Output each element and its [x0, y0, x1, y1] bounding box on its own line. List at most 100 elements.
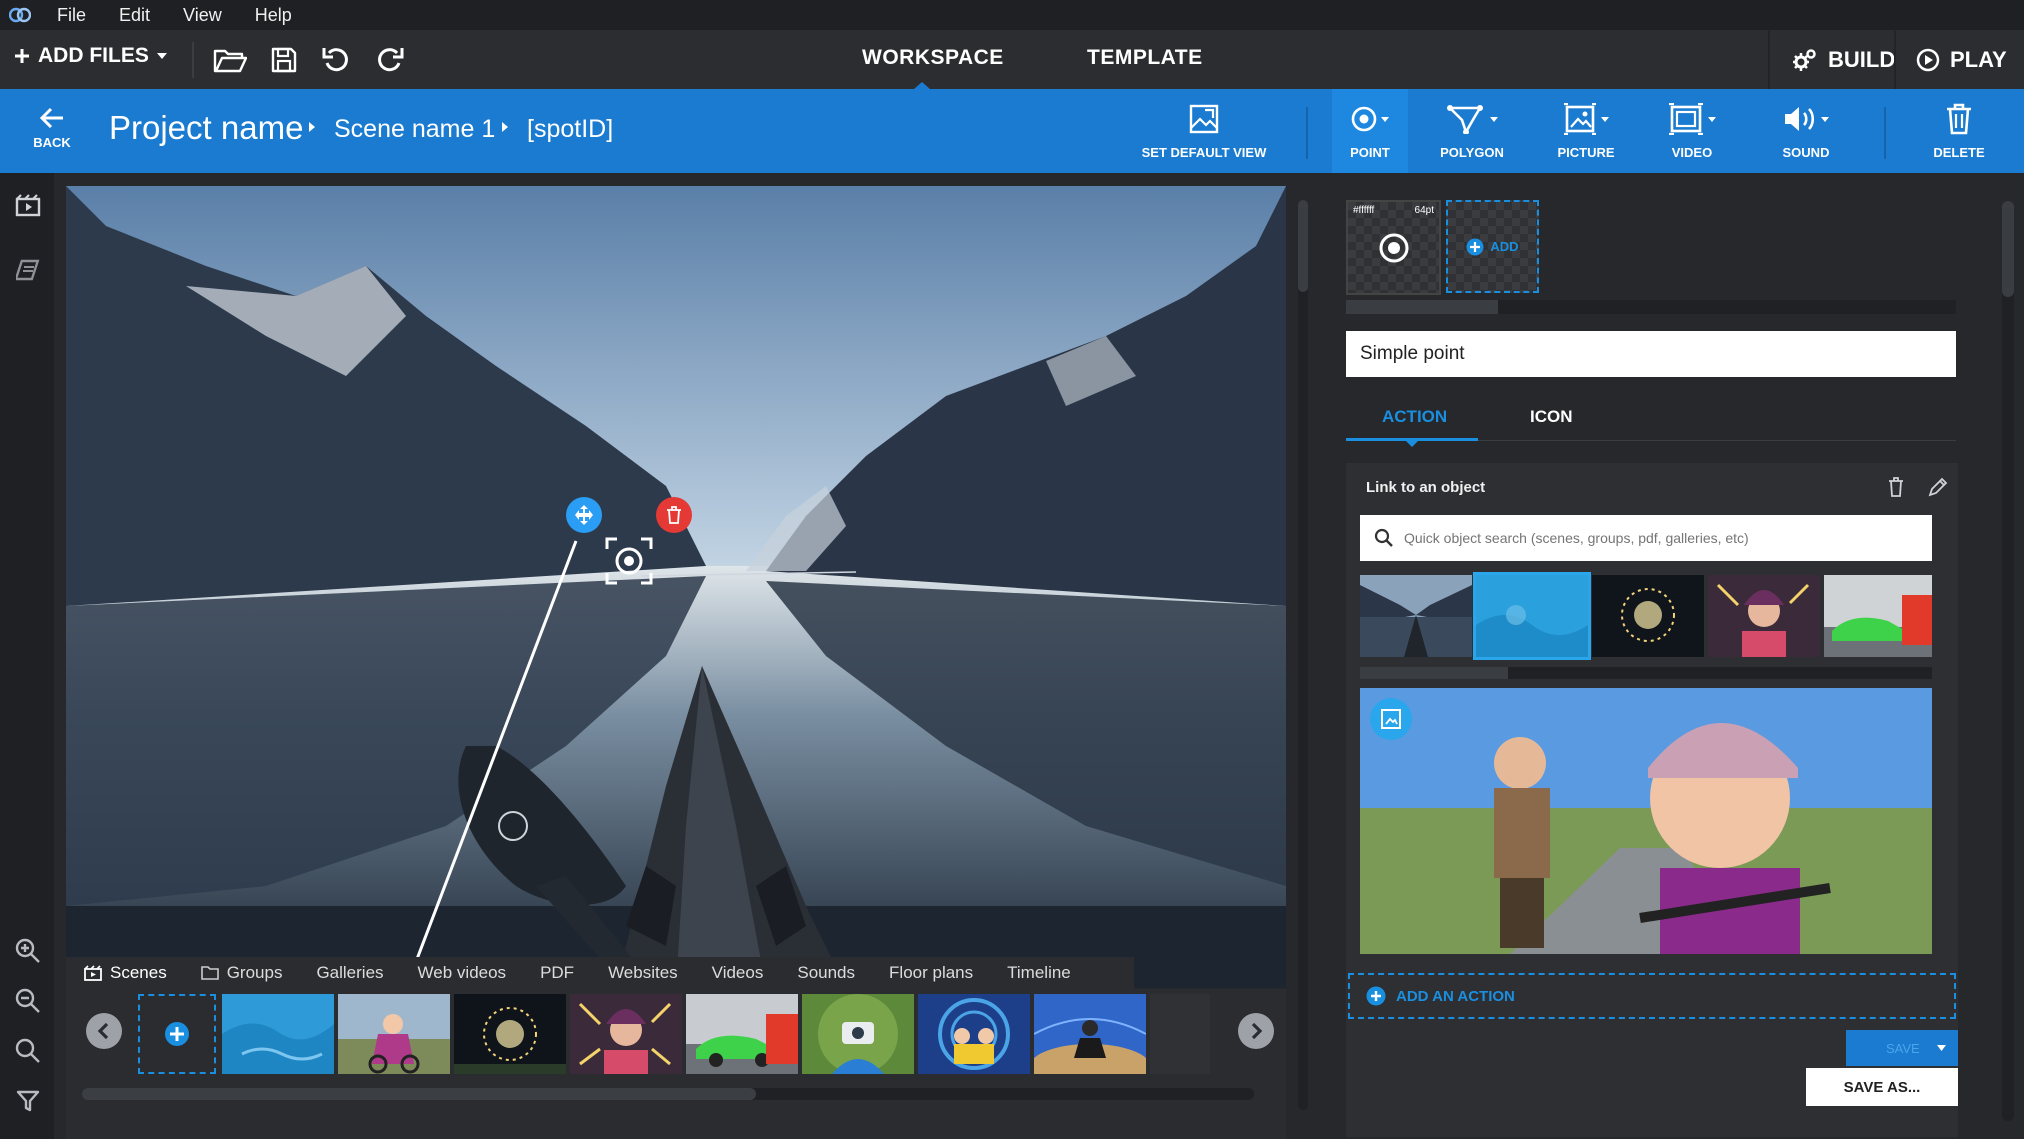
scene-thumbnail[interactable]	[1034, 994, 1146, 1074]
zoom-out-icon[interactable]	[14, 987, 42, 1015]
add-action-button[interactable]: ADD AN ACTION	[1348, 973, 1956, 1019]
scene-thumbnail[interactable]	[222, 994, 334, 1074]
back-button[interactable]: BACK	[28, 107, 76, 150]
object-scrollbar[interactable]	[1360, 667, 1932, 679]
hotspot-name-input[interactable]	[1346, 331, 1956, 377]
hotspot-icon-tile[interactable]: #ffffff 64pt	[1346, 200, 1441, 295]
tab-web-videos[interactable]: Web videos	[401, 963, 524, 983]
save-icon[interactable]	[266, 44, 302, 76]
menu-file[interactable]: File	[40, 5, 102, 26]
tab-websites[interactable]: Websites	[591, 963, 695, 983]
tab-pdf[interactable]: PDF	[523, 963, 591, 983]
panorama-image	[66, 186, 1286, 988]
picture-label: PICTURE	[1557, 145, 1615, 160]
video-tool-button[interactable]: VIDEO	[1662, 101, 1722, 160]
add-scene-button[interactable]	[138, 994, 216, 1074]
menu-help[interactable]: Help	[238, 5, 308, 26]
object-thumbnail[interactable]	[1592, 575, 1704, 657]
active-tab-indicator	[914, 82, 930, 89]
scenes-icon	[84, 965, 102, 981]
plus-circle-icon	[165, 1022, 189, 1046]
redo-icon[interactable]	[372, 44, 408, 76]
tab-template[interactable]: TEMPLATE	[1087, 46, 1203, 70]
add-files-button[interactable]: ADD FILES	[14, 44, 167, 68]
strip-next-button[interactable]	[1238, 1013, 1274, 1049]
breadcrumb-scene[interactable]: Scene name 1	[334, 115, 495, 144]
trash-icon	[667, 506, 681, 524]
scenes-panel-icon[interactable]	[14, 191, 42, 219]
zoom-in-icon[interactable]	[14, 937, 42, 965]
object-thumbnail[interactable]	[1824, 575, 1932, 657]
scene-viewport[interactable]	[66, 186, 1286, 988]
delete-label: DELETE	[1933, 145, 1985, 160]
picture-tool-button[interactable]: PICTURE	[1548, 101, 1624, 160]
scene-thumbnail[interactable]	[918, 994, 1030, 1074]
menubar: File Edit View Help	[0, 0, 2024, 30]
object-thumbnail[interactable]	[1360, 575, 1472, 657]
add-icon-button[interactable]: ADD	[1446, 200, 1539, 293]
object-thumbnail[interactable]	[1708, 575, 1820, 657]
delete-tool-button[interactable]: DELETE	[1928, 101, 1990, 160]
breadcrumb-project[interactable]: Project name	[109, 109, 303, 147]
breadcrumb-spot[interactable]: [spotID]	[527, 115, 613, 144]
tab-icon[interactable]: ICON	[1530, 407, 1573, 427]
icon-scrollbar[interactable]	[1346, 300, 1956, 314]
save-button[interactable]: SAVE	[1846, 1030, 1958, 1066]
scrollbar-thumb[interactable]	[1346, 300, 1498, 314]
layers-icon[interactable]	[14, 257, 42, 285]
object-thumbnail-selected[interactable]	[1473, 572, 1591, 660]
viewport-vertical-scrollbar[interactable]	[1298, 200, 1308, 1110]
menu-edit[interactable]: Edit	[102, 5, 166, 26]
tab-timeline[interactable]: Timeline	[990, 963, 1088, 983]
selected-object-preview	[1360, 688, 1932, 954]
scrollbar-thumb[interactable]	[1298, 200, 1308, 292]
chevron-right-icon	[502, 122, 508, 132]
delete-hotspot-button[interactable]	[656, 497, 692, 533]
point-tool-button[interactable]: POINT	[1336, 101, 1404, 160]
scene-thumbnail[interactable]	[802, 994, 914, 1074]
plus-circle-icon	[1366, 986, 1386, 1006]
play-button[interactable]: PLAY	[1894, 30, 2024, 89]
panel-vertical-scrollbar[interactable]	[2002, 201, 2014, 1121]
tab-workspace[interactable]: WORKSPACE	[862, 46, 1004, 70]
filter-icon[interactable]	[14, 1087, 42, 1115]
open-folder-icon[interactable]	[212, 44, 248, 76]
app-logo-icon	[0, 0, 40, 30]
object-search-input[interactable]	[1394, 515, 1932, 561]
trash-icon[interactable]	[1888, 477, 1904, 497]
tab-galleries[interactable]: Galleries	[299, 963, 400, 983]
strip-prev-button[interactable]	[86, 1013, 122, 1049]
object-search[interactable]	[1360, 515, 1932, 561]
polygon-tool-button[interactable]: POLYGON	[1436, 101, 1508, 160]
scene-thumbnail[interactable]	[570, 994, 682, 1074]
scrollbar-thumb[interactable]	[82, 1088, 756, 1100]
save-as-button[interactable]: SAVE AS...	[1806, 1068, 1958, 1106]
scene-thumbnail[interactable]	[338, 994, 450, 1074]
tab-groups[interactable]: Groups	[184, 963, 300, 983]
set-default-view-button[interactable]: SET DEFAULT VIEW	[1134, 101, 1274, 160]
point-hotspot[interactable]	[604, 536, 654, 586]
polygon-label: POLYGON	[1440, 145, 1504, 160]
move-hotspot-handle[interactable]	[566, 497, 602, 533]
scene-thumbnail[interactable]	[454, 994, 566, 1074]
menu-view[interactable]: View	[166, 5, 238, 26]
tab-sounds[interactable]: Sounds	[780, 963, 872, 983]
search-icon[interactable]	[14, 1037, 42, 1065]
tab-videos[interactable]: Videos	[695, 963, 781, 983]
fullscreen-icon[interactable]	[1370, 698, 1412, 740]
strip-horizontal-scrollbar[interactable]	[82, 1088, 1254, 1100]
scene-thumbnail[interactable]	[1150, 994, 1210, 1074]
sound-tool-button[interactable]: SOUND	[1772, 101, 1840, 160]
speaker-icon	[1783, 105, 1817, 133]
caret-down-icon	[1381, 116, 1389, 122]
tab-floor-plans[interactable]: Floor plans	[872, 963, 990, 983]
media-tabs: Scenes Groups Galleries Web videos PDF W…	[66, 957, 1134, 989]
scene-thumbnail[interactable]	[686, 994, 798, 1074]
scrollbar-thumb[interactable]	[2002, 201, 2014, 297]
tab-scenes[interactable]: Scenes	[66, 963, 184, 983]
tab-action[interactable]: ACTION	[1382, 407, 1447, 427]
pencil-icon[interactable]	[1928, 477, 1948, 497]
save-label: SAVE	[1886, 1040, 1920, 1056]
undo-icon[interactable]	[318, 44, 354, 76]
scrollbar-thumb[interactable]	[1360, 667, 1508, 679]
